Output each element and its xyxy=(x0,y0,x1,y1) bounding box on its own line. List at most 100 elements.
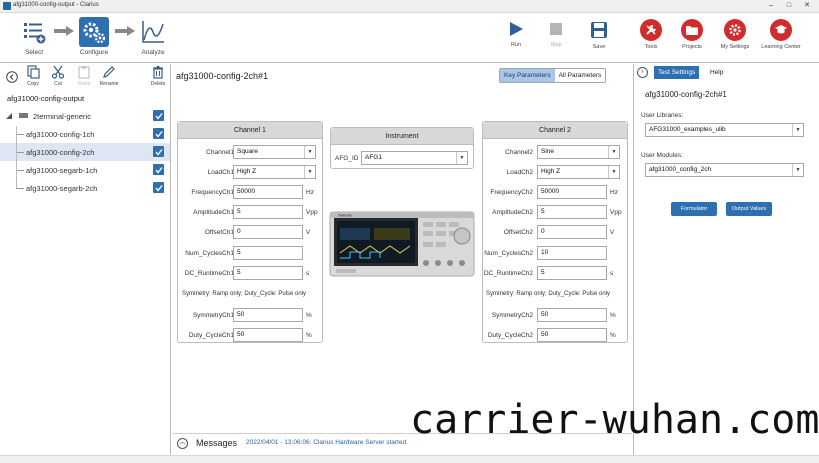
user-modules-select[interactable]: afg31000_config_2ch ▼ xyxy=(645,163,804,177)
amplitudech2-input[interactable]: 5 xyxy=(537,205,607,219)
frequencych2-input[interactable]: 50000 xyxy=(537,185,607,199)
graduation-cap-icon xyxy=(770,19,792,41)
paste-icon xyxy=(78,66,90,79)
my-settings-button[interactable]: My Settings xyxy=(712,19,758,50)
tree-item-afg31000-segarb-1ch[interactable]: afg31000-segarb-1ch xyxy=(0,161,170,179)
back-icon[interactable] xyxy=(6,71,18,83)
tab-test-settings[interactable]: Test Settings xyxy=(654,66,700,79)
afg-id-select[interactable]: AFG1 ▼ xyxy=(361,151,468,165)
offsetch2-input[interactable]: 0 xyxy=(537,225,607,239)
rename-button[interactable]: Rename xyxy=(96,65,122,87)
expand-triangle-icon[interactable] xyxy=(6,113,12,119)
chevron-up-icon[interactable]: ︿ xyxy=(177,438,188,449)
tree-checkbox[interactable] xyxy=(153,146,164,157)
tree-item-label: afg31000-segarb-2ch xyxy=(26,184,98,193)
offsetch2-label: OffsetCh2 xyxy=(503,229,533,236)
formulator-button[interactable]: Formulator xyxy=(671,202,717,216)
symmetrych2-input[interactable]: 50 xyxy=(537,308,607,322)
analyze-step-label: Analyze xyxy=(141,49,165,56)
copy-button[interactable]: Copy xyxy=(20,65,46,87)
channel2-waveform-select[interactable]: Sine ▼ xyxy=(537,145,620,159)
channel2-label: Channel2 xyxy=(505,149,533,156)
tab-all-parameters[interactable]: All Parameters xyxy=(554,69,606,82)
tab-help[interactable]: Help xyxy=(706,66,727,79)
stop-label: Stop xyxy=(550,42,562,48)
paste-label: Paste xyxy=(77,81,91,87)
tree-item-label: afg31000-config-2ch xyxy=(26,148,95,157)
symmetrych1-input[interactable]: 50 xyxy=(233,308,303,322)
tree-item-afg31000-segarb-2ch[interactable]: afg31000-segarb-2ch xyxy=(0,179,170,197)
dc-runtimech2-input[interactable]: 5 xyxy=(537,266,607,280)
window-title: afg31000-config-output - Clarius xyxy=(13,2,99,8)
duty-cyclech2-input[interactable]: 50 xyxy=(537,328,607,342)
loadch1-label: LoadCh1 xyxy=(207,169,234,176)
frequencych1-label: FrequencyCh1 xyxy=(191,189,234,196)
run-label: Run xyxy=(510,42,522,48)
checkmark-icon xyxy=(154,148,163,156)
close-button[interactable]: ✕ xyxy=(800,1,814,11)
configure-step-label: Configure xyxy=(79,49,109,56)
run-button[interactable]: Run xyxy=(500,21,532,48)
cut-button[interactable]: Cut xyxy=(45,65,71,87)
tools-button[interactable]: Tools xyxy=(628,19,674,50)
stop-button[interactable]: Stop xyxy=(540,21,572,48)
user-libraries-select[interactable]: AFG31000_examples_ulib ▼ xyxy=(645,123,804,137)
loadch2-select[interactable]: High Z ▼ xyxy=(537,165,620,179)
copy-icon xyxy=(27,65,40,79)
tools-label: Tools xyxy=(644,44,658,50)
projects-button[interactable]: Projects xyxy=(669,19,715,50)
chevron-down-icon: ▼ xyxy=(304,166,315,178)
chart-icon xyxy=(138,17,168,47)
project-root[interactable]: afg31000-config-output xyxy=(7,94,84,103)
output-values-button[interactable]: Output Values xyxy=(726,202,772,216)
projects-label: Projects xyxy=(682,44,702,50)
tab-key-parameters[interactable]: Key Parameters xyxy=(500,69,555,82)
chevron-down-icon: ▼ xyxy=(608,146,619,158)
afg-id-label: AFG_ID xyxy=(335,155,359,162)
dc-runtimech1-input[interactable]: 5 xyxy=(233,266,303,280)
num-cyclesch1-input[interactable]: 5 xyxy=(233,246,303,260)
minimize-button[interactable]: – xyxy=(764,1,778,11)
instrument-image: Tektronix xyxy=(329,211,475,277)
tree-checkbox[interactable] xyxy=(153,128,164,139)
app-icon xyxy=(3,2,11,10)
instrument-group: Instrument AFG_ID AFG1 ▼ xyxy=(330,127,474,169)
chevron-right-icon[interactable]: › xyxy=(637,67,648,78)
message-text: 2022/04/01 - 13:06:06: Clarius Hardware … xyxy=(246,439,408,446)
title-bar: afg31000-config-output - Clarius – □ ✕ xyxy=(0,0,819,13)
tree-checkbox[interactable] xyxy=(153,182,164,193)
loadch1-select[interactable]: High Z ▼ xyxy=(233,165,316,179)
analyze-step-button[interactable]: Analyze xyxy=(133,17,173,56)
select-step-button[interactable]: Select xyxy=(14,17,54,56)
tree-checkbox[interactable] xyxy=(153,110,164,121)
amplitudech1-input[interactable]: 5 xyxy=(233,205,303,219)
tree-connector xyxy=(16,170,24,171)
tree-item-afg31000-config-2ch[interactable]: afg31000-config-2ch xyxy=(0,143,170,161)
channel2-note: Symmetry: Ramp only; Duty_Cycle: Pulse o… xyxy=(486,291,611,297)
trash-icon xyxy=(153,66,163,79)
delete-button[interactable]: Delete xyxy=(145,65,171,87)
main-toolbar: Select Configure Analyze Run Stop Save T… xyxy=(0,13,819,63)
learning-center-button[interactable]: Learning Center xyxy=(758,19,804,50)
save-button[interactable]: Save xyxy=(583,21,615,50)
user-libraries-value: AFG31000_examples_ulib xyxy=(649,126,726,133)
tree-item-afg31000-config-1ch[interactable]: afg31000-config-1ch xyxy=(0,125,170,143)
tree-checkbox[interactable] xyxy=(153,164,164,175)
settings-title: afg31000-config-2ch#1 xyxy=(645,90,727,99)
duty-cyclech1-input[interactable]: 50 xyxy=(233,328,303,342)
scissors-icon xyxy=(51,65,65,79)
offsetch2-unit: V xyxy=(610,229,615,236)
num-cyclesch2-input[interactable]: 10 xyxy=(537,246,607,260)
paste-button[interactable]: Paste xyxy=(71,65,97,87)
gears-icon xyxy=(79,17,109,47)
channel1-waveform-select[interactable]: Square ▼ xyxy=(233,145,316,159)
dc-runtimech2-label: DC_RuntimeCh2 xyxy=(483,270,533,277)
offsetch1-input[interactable]: 0 xyxy=(233,225,303,239)
configure-step-button[interactable]: Configure xyxy=(74,17,114,56)
tree-item-2terminal-generic[interactable]: 2terminal-generic xyxy=(0,107,170,125)
maximize-button[interactable]: □ xyxy=(782,1,796,11)
checkmark-icon xyxy=(154,166,163,174)
frequencych1-input[interactable]: 50000 xyxy=(233,185,303,199)
pencil-icon xyxy=(103,66,115,78)
tree-vertical-connector xyxy=(16,126,17,188)
